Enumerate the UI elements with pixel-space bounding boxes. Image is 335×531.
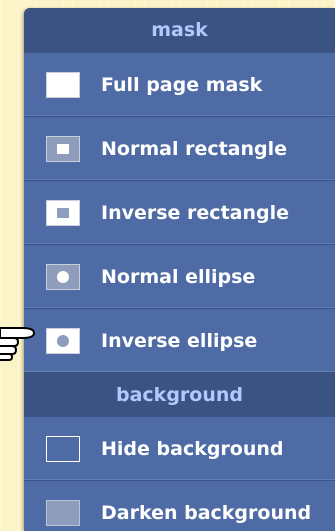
menu-item-normal-rectangle[interactable]: Normal rectangle bbox=[24, 117, 335, 181]
inverse-rectangle-icon bbox=[46, 199, 80, 226]
normal-ellipse-icon bbox=[46, 263, 80, 290]
mask-section-header: mask bbox=[24, 8, 335, 53]
darken-background-icon bbox=[46, 499, 80, 526]
menu-item-darken-background[interactable]: Darken background bbox=[24, 481, 335, 531]
menu-item-full-page-mask[interactable]: Full page mask bbox=[24, 53, 335, 117]
normal-rectangle-icon bbox=[46, 135, 80, 162]
menu-item-label: Inverse rectangle bbox=[101, 201, 289, 224]
menu-item-inverse-ellipse[interactable]: Inverse ellipse bbox=[24, 309, 335, 373]
full-page-mask-icon bbox=[46, 71, 80, 98]
mask-menu: mask Full page mask Normal rectangle Inv… bbox=[24, 8, 335, 531]
menu-item-label: Inverse ellipse bbox=[101, 329, 258, 352]
menu-item-label: Normal ellipse bbox=[101, 265, 256, 288]
menu-item-label: Full page mask bbox=[101, 73, 263, 96]
menu-item-label: Darken background bbox=[101, 501, 312, 524]
pointing-hand-icon bbox=[0, 327, 35, 361]
menu-item-hide-background[interactable]: Hide background bbox=[24, 417, 335, 481]
menu-item-normal-ellipse[interactable]: Normal ellipse bbox=[24, 245, 335, 309]
hide-background-icon bbox=[46, 435, 80, 462]
background-section-header: background bbox=[24, 373, 335, 417]
inverse-ellipse-icon bbox=[46, 327, 80, 354]
menu-item-inverse-rectangle[interactable]: Inverse rectangle bbox=[24, 181, 335, 245]
menu-item-label: Hide background bbox=[101, 437, 284, 460]
menu-item-label: Normal rectangle bbox=[101, 137, 288, 160]
